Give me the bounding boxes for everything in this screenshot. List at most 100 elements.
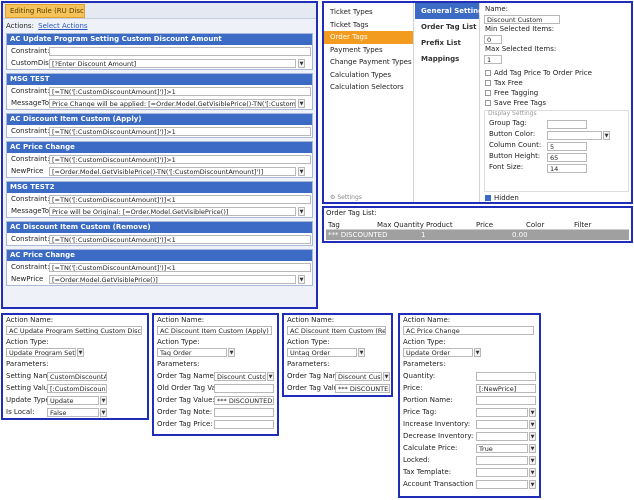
param-input[interactable]: [=Order.Model.GetVisiblePrice()] xyxy=(49,275,296,284)
param-input[interactable]: *** DISCOUNTED xyxy=(335,384,390,393)
subnav-tab[interactable]: Mappings xyxy=(415,51,479,67)
param-input[interactable]: [=TN('[:CustomDiscountAmount]')]>1 xyxy=(49,155,311,164)
param-input[interactable]: [=TN('[:CustomDiscountAmount]')]<1 xyxy=(49,195,311,204)
display-field-input[interactable]: 14 xyxy=(547,164,587,173)
nav-item[interactable]: Calculation Selectors xyxy=(324,81,413,94)
param-input[interactable] xyxy=(476,396,536,405)
param-input[interactable] xyxy=(476,420,528,429)
action-name-input[interactable]: AC Discount Item Custom (Apply) xyxy=(157,326,272,335)
param-input[interactable]: [=TN('[:CustomDiscountAmount]')]>1 xyxy=(49,87,311,96)
param-input[interactable] xyxy=(214,408,274,417)
param-input[interactable]: [:NewPrice] xyxy=(476,384,536,393)
chevron-down-icon[interactable]: ▼ xyxy=(298,167,305,176)
chevron-down-icon[interactable]: ▼ xyxy=(529,408,536,417)
action-type-select[interactable]: Tag Order xyxy=(157,348,227,357)
param-input[interactable]: [=Order.Model.GetVisiblePrice()-TN('[:Cu… xyxy=(49,167,296,176)
param-input[interactable] xyxy=(476,432,528,441)
chevron-down-icon[interactable]: ▼ xyxy=(228,348,235,357)
param-input[interactable] xyxy=(476,372,536,381)
nav-item[interactable]: Change Payment Types xyxy=(324,56,413,69)
chevron-down-icon[interactable]: ▼ xyxy=(358,348,365,357)
chevron-down-icon[interactable]: ▼ xyxy=(529,480,536,489)
column-header[interactable]: Tag xyxy=(328,220,340,230)
hidden-checkbox[interactable] xyxy=(485,195,491,201)
checkbox[interactable] xyxy=(485,100,491,106)
action-block-title[interactable]: AC Discount Item Custom (Remove) xyxy=(7,222,312,233)
param-input[interactable]: Update xyxy=(47,396,99,405)
param-input[interactable]: False xyxy=(47,408,99,417)
display-field-input[interactable] xyxy=(547,120,587,129)
param-input[interactable]: Discount Custom xyxy=(335,372,382,381)
checkbox[interactable] xyxy=(485,90,491,96)
param-input[interactable] xyxy=(49,47,311,56)
action-block-title[interactable]: AC Update Program Setting Custom Discoun… xyxy=(7,34,312,45)
chevron-down-icon[interactable]: ▼ xyxy=(529,456,536,465)
chevron-down-icon[interactable]: ▼ xyxy=(529,444,536,453)
chevron-down-icon[interactable]: ▼ xyxy=(603,131,610,140)
param-input[interactable]: [=TN('[:CustomDiscountAmount]')]<1 xyxy=(49,235,311,244)
chevron-down-icon[interactable]: ▼ xyxy=(298,59,305,68)
param-input[interactable]: [=TN('[:CustomDiscountAmount]')]<1 xyxy=(49,263,311,272)
nav-item[interactable]: Ticket Tags xyxy=(324,19,413,32)
action-type-select[interactable]: Update Program Setting xyxy=(6,348,76,357)
action-type-select[interactable]: Update Order xyxy=(403,348,473,357)
param-input[interactable] xyxy=(214,420,274,429)
column-header[interactable]: Filter xyxy=(574,220,591,230)
display-field-input[interactable]: 5 xyxy=(547,142,587,151)
max-selected-input[interactable]: 1 xyxy=(484,55,502,64)
select-actions-link[interactable]: Select Actions xyxy=(38,22,87,30)
param-input[interactable] xyxy=(476,480,528,489)
display-field-input[interactable]: 65 xyxy=(547,153,587,162)
param-input[interactable]: True xyxy=(476,444,528,453)
action-block-title[interactable]: AC Price Change xyxy=(7,250,312,261)
name-input[interactable]: Discount Custom xyxy=(484,15,560,24)
param-input[interactable]: [?Enter Discount Amount] xyxy=(49,59,296,68)
nav-item[interactable]: Ticket Types xyxy=(324,6,413,19)
param-input[interactable]: [=TN('[:CustomDiscountAmount]')]>1 xyxy=(49,127,311,136)
display-field-input[interactable] xyxy=(547,131,602,140)
min-selected-input[interactable]: 0 xyxy=(484,35,502,44)
param-input[interactable] xyxy=(476,408,528,417)
action-block-title[interactable]: AC Price Change xyxy=(7,142,312,153)
chevron-down-icon[interactable]: ▼ xyxy=(100,396,107,405)
param-input[interactable] xyxy=(476,468,528,477)
chevron-down-icon[interactable]: ▼ xyxy=(529,420,536,429)
param-input[interactable]: [:CustomDiscountAmount] xyxy=(47,384,107,393)
checkbox[interactable] xyxy=(485,80,491,86)
action-type-select[interactable]: Untag Order xyxy=(287,348,357,357)
subnav-tab[interactable]: Order Tag List xyxy=(415,19,479,35)
column-header[interactable]: Price xyxy=(476,220,493,230)
action-name-input[interactable]: AC Discount Item Custom (Remove) xyxy=(287,326,386,335)
subnav-tab[interactable]: General Settings xyxy=(415,3,487,19)
action-block-title[interactable]: MSG TEST2 xyxy=(7,182,312,193)
action-name-input[interactable]: AC Update Program Setting Custom Discoun… xyxy=(6,326,142,335)
column-header[interactable]: Max Quantity xyxy=(377,220,424,230)
chevron-down-icon[interactable]: ▼ xyxy=(298,207,305,216)
param-input[interactable]: Price Change will be applied: [=Order.Mo… xyxy=(49,99,296,108)
chevron-down-icon[interactable]: ▼ xyxy=(298,99,305,108)
checkbox[interactable] xyxy=(485,70,491,76)
nav-item[interactable]: Payment Types xyxy=(324,44,413,57)
param-input[interactable]: *** DISCOUNTED xyxy=(214,396,274,405)
chevron-down-icon[interactable]: ▼ xyxy=(383,372,390,381)
chevron-down-icon[interactable]: ▼ xyxy=(529,468,536,477)
action-name-input[interactable]: AC Price Change xyxy=(403,326,534,335)
param-input[interactable] xyxy=(476,456,528,465)
chevron-down-icon[interactable]: ▼ xyxy=(100,408,107,417)
param-input[interactable]: Discount Custom xyxy=(214,372,266,381)
param-input[interactable]: Price will be Original: [=Order.Model.Ge… xyxy=(49,207,296,216)
nav-item[interactable]: Order Tags xyxy=(324,31,413,44)
nav-item[interactable]: Calculation Types xyxy=(324,69,413,82)
param-input[interactable]: CustomDiscountAmount xyxy=(47,372,107,381)
subnav-tab[interactable]: Prefix List xyxy=(415,35,479,51)
column-header[interactable]: Product xyxy=(426,220,453,230)
chevron-down-icon[interactable]: ▼ xyxy=(298,275,305,284)
chevron-down-icon[interactable]: ▼ xyxy=(529,432,536,441)
action-block-title[interactable]: AC Discount Item Custom (Apply) xyxy=(7,114,312,125)
editor-tab[interactable]: Editing Rule (RU Disco xyxy=(5,4,85,18)
chevron-down-icon[interactable]: ▼ xyxy=(267,372,274,381)
chevron-down-icon[interactable]: ▼ xyxy=(474,348,481,357)
column-header[interactable]: Color xyxy=(526,220,544,230)
chevron-down-icon[interactable]: ▼ xyxy=(77,348,84,357)
param-input[interactable] xyxy=(214,384,274,393)
